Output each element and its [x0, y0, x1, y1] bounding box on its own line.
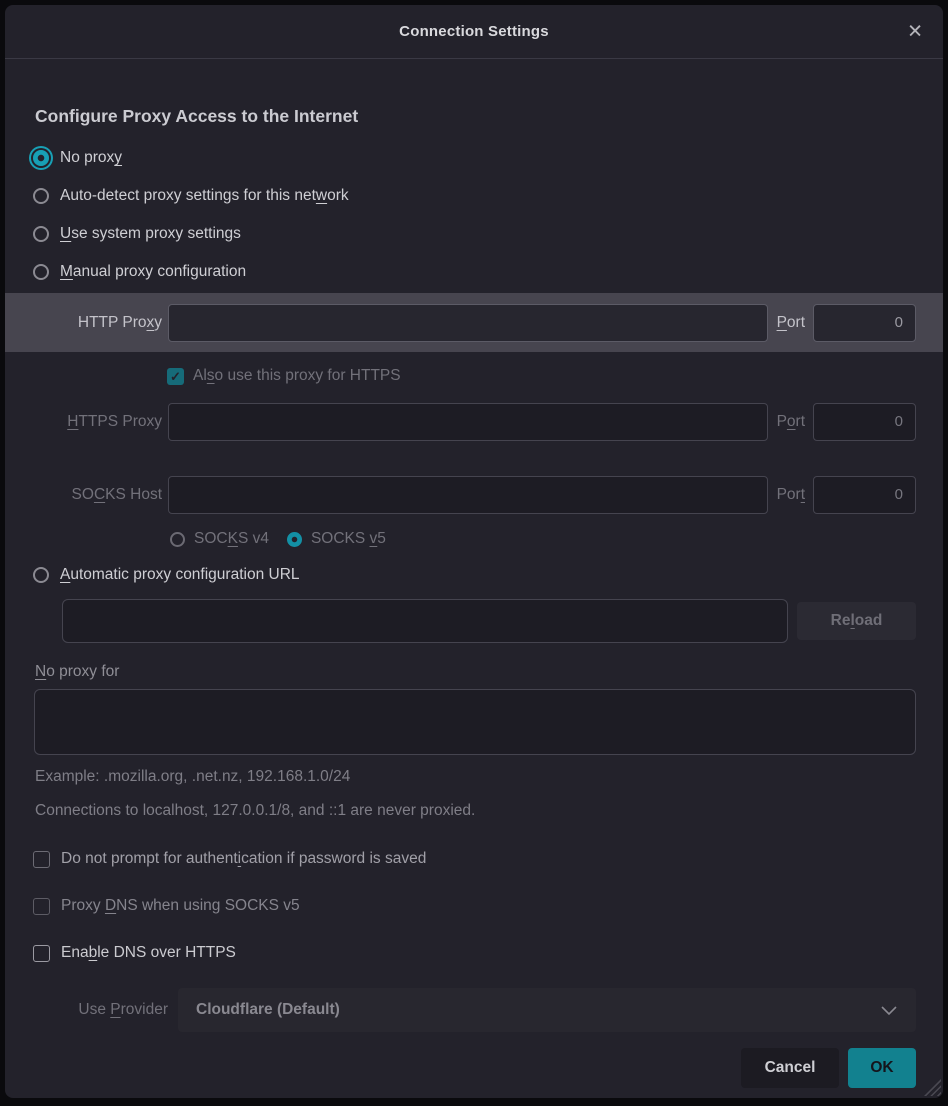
radio-icon[interactable]	[170, 532, 185, 547]
radio-icon[interactable]	[33, 264, 49, 280]
https-port-input[interactable]	[813, 403, 916, 441]
radio-option-no-proxy[interactable]: No proxy	[5, 139, 943, 177]
close-icon[interactable]: ✕	[907, 22, 923, 41]
checkbox-enable-doh[interactable]: Enable DNS over HTTPS	[33, 942, 943, 964]
http-proxy-label: HTTP Proxy	[5, 314, 162, 332]
dialog-titlebar: Connection Settings ✕	[5, 5, 943, 59]
socks-port-input[interactable]	[813, 476, 916, 514]
socks-host-row: SOCKS Host Port	[5, 465, 943, 524]
checkbox-label: Proxy DNS when using SOCKS v5	[61, 897, 300, 915]
auto-config-url-row: Reload	[62, 599, 943, 643]
http-proxy-row-highlighted: HTTP Proxy Port	[5, 293, 943, 352]
resize-grip[interactable]	[924, 1079, 941, 1096]
radio-icon-selected[interactable]	[33, 150, 49, 166]
radio-label: Use system proxy settings	[60, 225, 241, 243]
https-proxy-row: HTTPS Proxy Port	[5, 392, 943, 451]
provider-dropdown[interactable]: Cloudflare (Default)	[178, 988, 916, 1032]
socks-port-label: Port	[777, 486, 805, 504]
http-port-input[interactable]	[813, 304, 916, 342]
http-proxy-input[interactable]	[168, 304, 768, 342]
checkbox-label: Do not prompt for authentication if pass…	[61, 850, 426, 868]
radio-label: Manual proxy configuration	[60, 263, 246, 281]
radio-label: SOCKS v5	[311, 530, 386, 548]
socks-version-row: SOCKS v4 SOCKS v5	[170, 524, 943, 554]
radio-icon[interactable]	[33, 226, 49, 242]
checkbox-icon[interactable]	[33, 945, 50, 962]
no-proxy-for-textarea[interactable]	[34, 689, 916, 755]
reload-button[interactable]: Reload	[797, 602, 916, 640]
checkbox-checked-icon[interactable]: ✓	[167, 368, 184, 385]
radio-option-system-proxy[interactable]: Use system proxy settings	[5, 215, 943, 253]
radio-option-auto-config-url[interactable]: Automatic proxy configuration URL	[5, 556, 943, 594]
radio-icon[interactable]	[33, 567, 49, 583]
radio-label: Auto-detect proxy settings for this netw…	[60, 187, 349, 205]
ok-button[interactable]: OK	[848, 1048, 916, 1088]
auto-config-url-input[interactable]	[62, 599, 788, 643]
connection-settings-dialog: Connection Settings ✕ Configure Proxy Ac…	[5, 5, 943, 1098]
cancel-button[interactable]: Cancel	[741, 1048, 839, 1088]
checkbox-icon[interactable]	[33, 898, 50, 915]
checkmark-icon: ✓	[170, 370, 181, 383]
https-proxy-input[interactable]	[168, 403, 768, 441]
https-proxy-label: HTTPS Proxy	[5, 413, 162, 431]
socks-host-input[interactable]	[168, 476, 768, 514]
provider-selected-value: Cloudflare (Default)	[196, 1001, 340, 1019]
page-title: Configure Proxy Access to the Internet	[35, 106, 943, 127]
radio-label: SOCKS v4	[194, 530, 269, 548]
no-proxy-for-label: No proxy for	[35, 663, 943, 681]
radio-option-socks-v4[interactable]: SOCKS v4	[170, 530, 269, 548]
use-provider-label: Use Provider	[5, 1001, 168, 1019]
checkbox-icon[interactable]	[33, 851, 50, 868]
also-use-for-https-row[interactable]: ✓ Also use this proxy for HTTPS	[167, 360, 943, 392]
checkbox-label: Also use this proxy for HTTPS	[193, 367, 401, 385]
socks-host-label: SOCKS Host	[5, 486, 162, 504]
radio-label: No proxy	[60, 149, 122, 167]
checkbox-proxy-dns-socks5[interactable]: Proxy DNS when using SOCKS v5	[33, 895, 943, 917]
radio-icon-selected[interactable]	[287, 532, 302, 547]
radio-option-socks-v5[interactable]: SOCKS v5	[287, 530, 386, 548]
checkbox-no-prompt-auth[interactable]: Do not prompt for authentication if pass…	[33, 848, 943, 870]
checkbox-label: Enable DNS over HTTPS	[61, 944, 236, 962]
localhost-note-text: Connections to localhost, 127.0.0.1/8, a…	[35, 802, 943, 820]
https-port-label: Port	[777, 413, 805, 431]
chevron-down-icon	[880, 1004, 898, 1016]
http-port-label: Port	[777, 314, 805, 332]
dialog-footer: Cancel OK	[5, 1048, 916, 1088]
radio-icon[interactable]	[33, 188, 49, 204]
dialog-title: Connection Settings	[399, 23, 549, 40]
radio-option-manual-proxy[interactable]: Manual proxy configuration	[5, 253, 943, 291]
doh-provider-row: Use Provider Cloudflare (Default)	[5, 988, 916, 1032]
radio-label: Automatic proxy configuration URL	[60, 566, 300, 584]
radio-option-auto-detect[interactable]: Auto-detect proxy settings for this netw…	[5, 177, 943, 215]
example-text: Example: .mozilla.org, .net.nz, 192.168.…	[35, 768, 943, 786]
